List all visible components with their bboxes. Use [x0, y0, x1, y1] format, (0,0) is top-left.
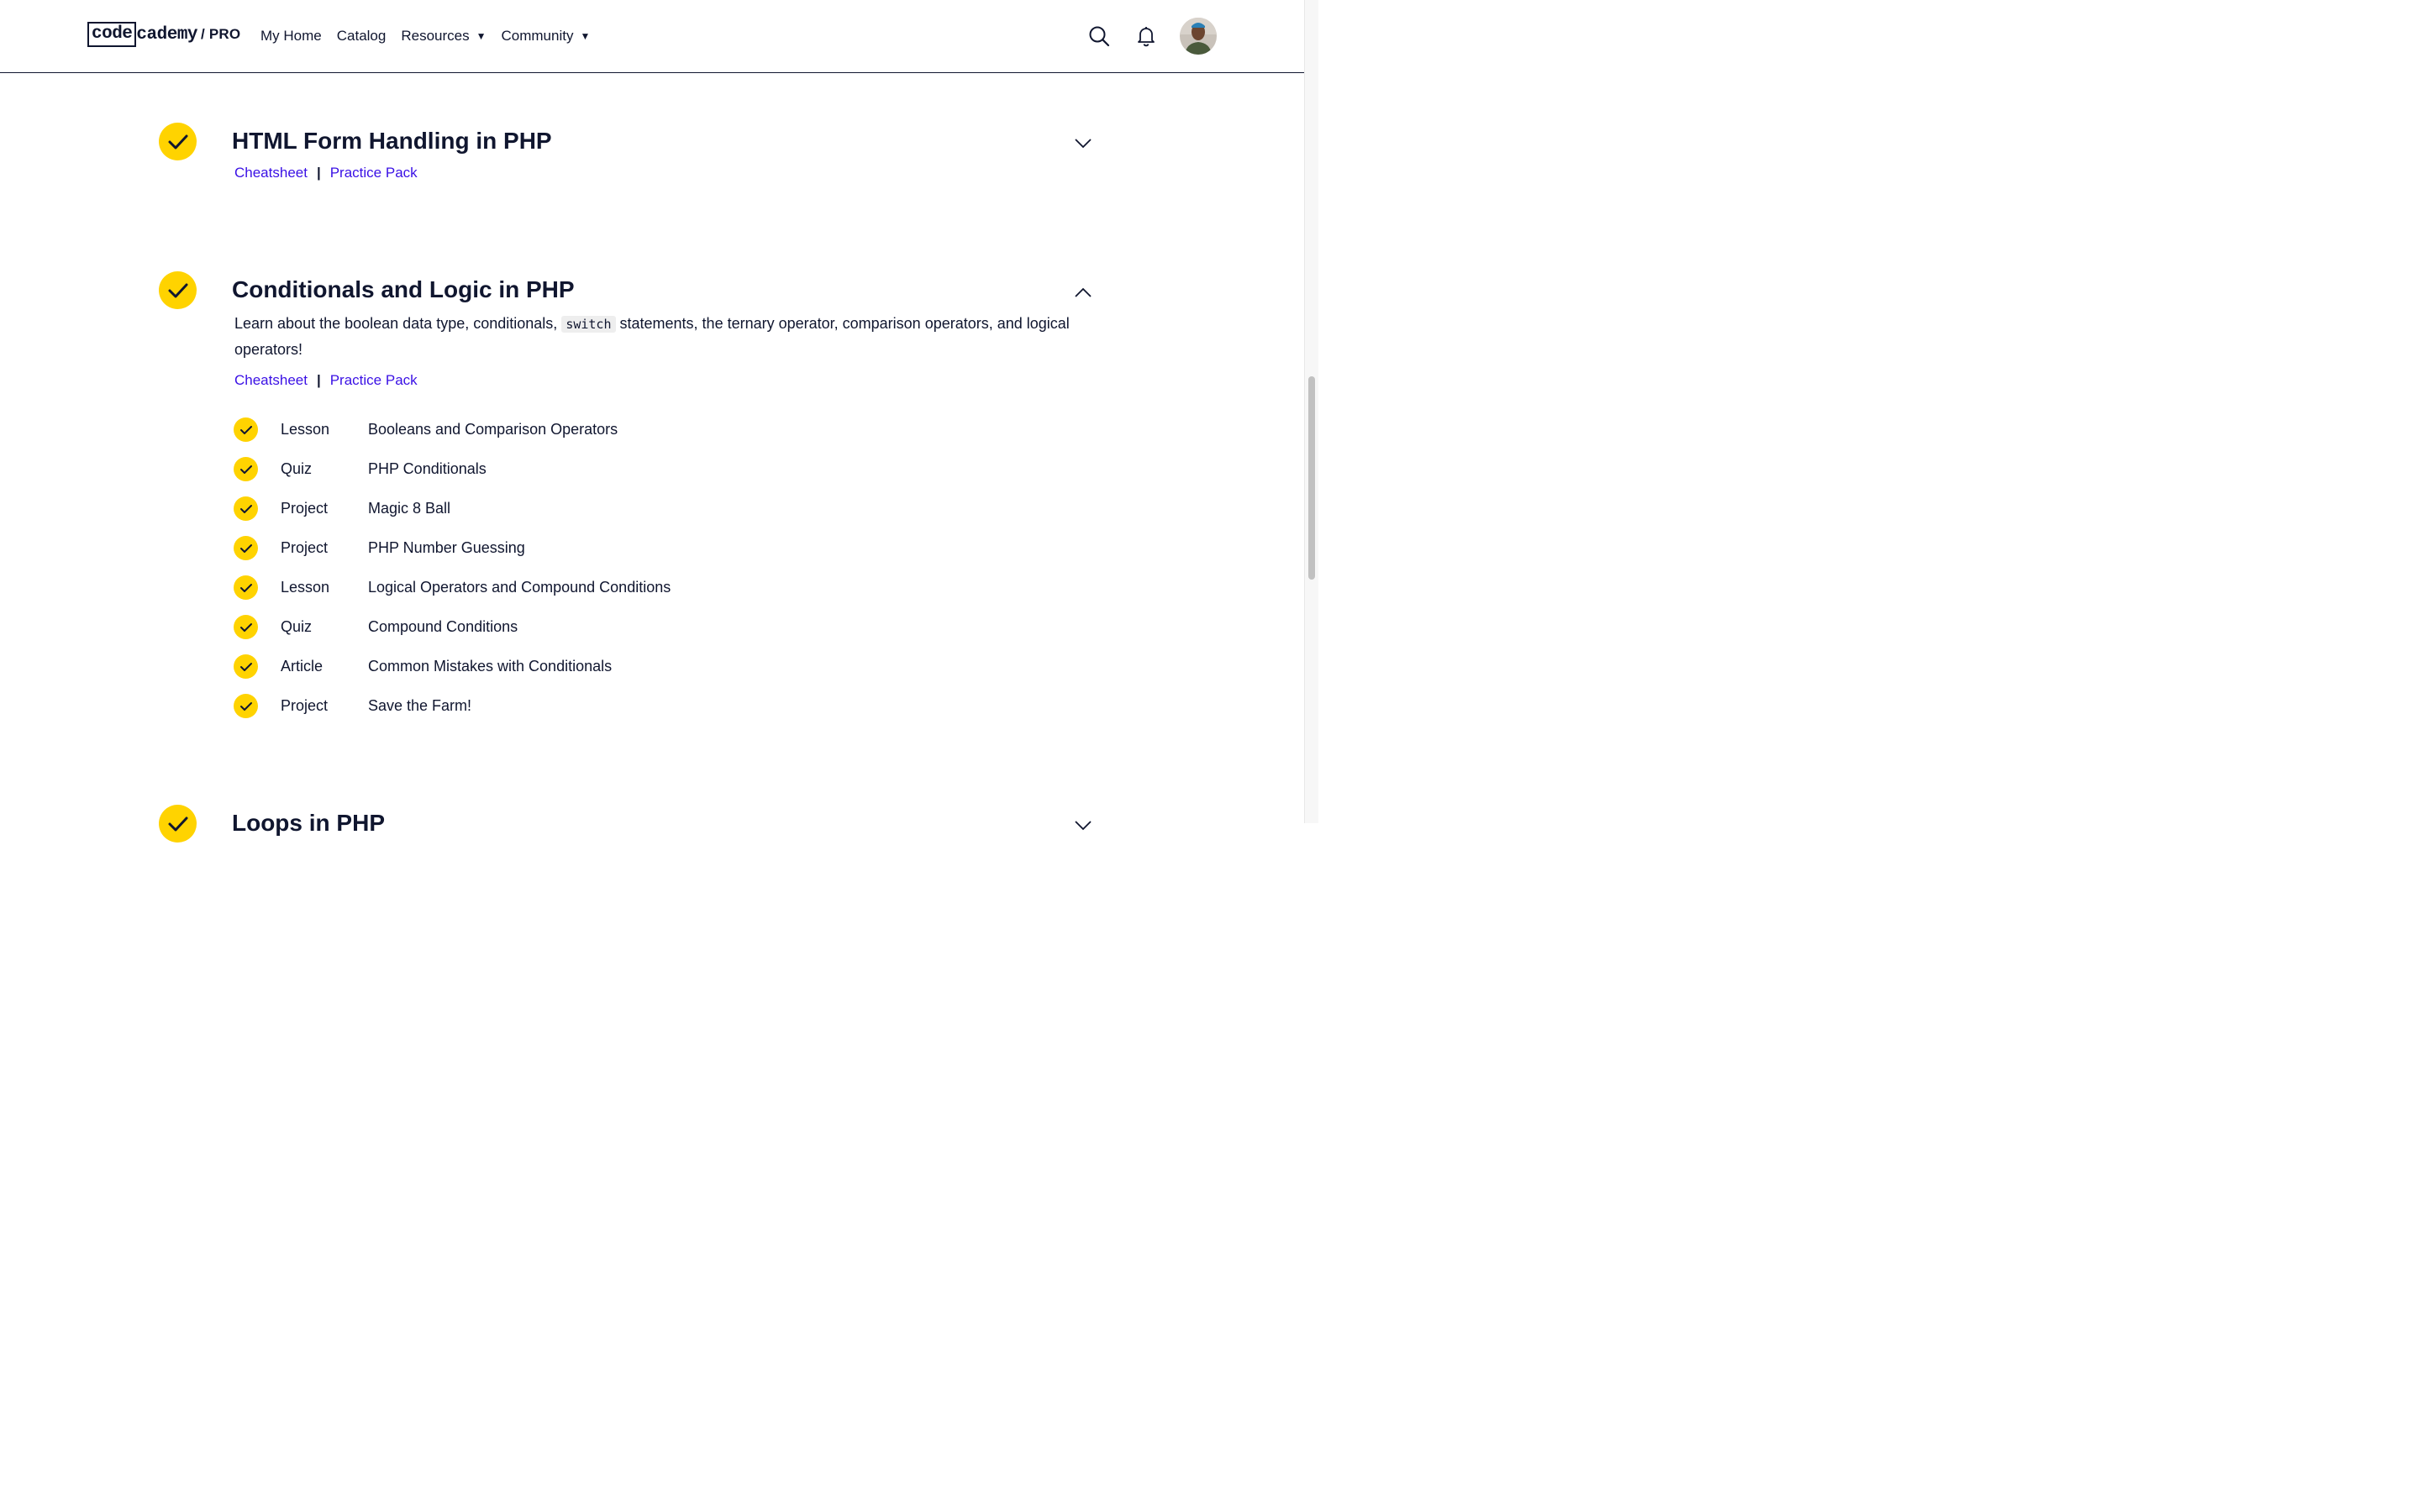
item-name[interactable]: Logical Operators and Compound Condition…	[368, 579, 671, 596]
completed-check-icon	[159, 123, 197, 160]
logo-pro-text: / PRO	[201, 26, 241, 42]
nav-community[interactable]: Community ▼	[502, 25, 591, 47]
list-item[interactable]: Lesson Booleans and Comparison Operators	[234, 410, 618, 449]
description-text: Learn about the boolean data type, condi…	[234, 315, 558, 332]
list-item[interactable]: Article Common Mistakes with Conditional…	[234, 647, 612, 686]
caret-down-icon: ▼	[476, 30, 487, 42]
logo-code-box: code	[87, 22, 137, 47]
item-name[interactable]: PHP Conditionals	[368, 460, 487, 478]
avatar-image	[1180, 18, 1217, 55]
item-type: Article	[281, 658, 324, 675]
module-title[interactable]: Conditionals and Logic in PHP	[232, 275, 575, 305]
item-type: Project	[281, 500, 329, 517]
item-name[interactable]: Compound Conditions	[368, 618, 518, 636]
practice-pack-link[interactable]: Practice Pack	[330, 163, 418, 183]
completed-check-icon	[234, 615, 258, 639]
item-name[interactable]: Common Mistakes with Conditionals	[368, 658, 612, 675]
list-item[interactable]: Project Magic 8 Ball	[234, 489, 450, 528]
nav-catalog-label: Catalog	[336, 28, 387, 44]
codecademy-pro-logo[interactable]: code cademy / PRO	[87, 22, 240, 47]
cheatsheet-link[interactable]: Cheatsheet	[234, 163, 308, 183]
item-type: Quiz	[281, 618, 313, 635]
search-icon[interactable]	[1088, 25, 1110, 47]
completed-check-icon	[234, 654, 258, 679]
avatar[interactable]	[1180, 18, 1217, 55]
cheatsheet-link[interactable]: Cheatsheet	[234, 370, 308, 391]
item-name[interactable]: PHP Number Guessing	[368, 539, 525, 557]
item-type: Lesson	[281, 579, 330, 596]
list-item[interactable]: Lesson Logical Operators and Compound Co…	[234, 568, 671, 607]
item-type: Project	[281, 697, 329, 714]
completed-check-icon	[234, 457, 258, 481]
chevron-up-icon[interactable]	[1074, 286, 1092, 298]
item-name[interactable]: Save the Farm!	[368, 697, 471, 715]
list-item[interactable]: Project PHP Number Guessing	[234, 528, 525, 568]
module-links: Cheatsheet | Practice Pack	[234, 163, 418, 183]
module-links: Cheatsheet | Practice Pack	[234, 370, 418, 391]
nav-resources[interactable]: Resources ▼	[401, 25, 486, 47]
list-item[interactable]: Quiz Compound Conditions	[234, 607, 518, 647]
module-title[interactable]: Loops in PHP	[232, 808, 385, 838]
completed-check-icon	[234, 694, 258, 718]
module-title[interactable]: HTML Form Handling in PHP	[232, 126, 552, 156]
list-item[interactable]: Quiz PHP Conditionals	[234, 449, 487, 489]
link-separator: |	[316, 372, 321, 388]
scrollbar-thumb[interactable]	[1308, 376, 1315, 580]
chevron-down-icon[interactable]	[1074, 820, 1092, 832]
module-item-list: Lesson Booleans and Comparison Operators…	[234, 410, 671, 726]
caret-down-icon: ▼	[580, 30, 591, 42]
top-nav-bar: code cademy / PRO My Home Catalog Resour…	[0, 0, 1304, 73]
logo-cademy-text: cademy	[136, 24, 198, 45]
completed-check-icon	[159, 805, 197, 843]
chevron-down-icon[interactable]	[1074, 138, 1092, 150]
description-code: switch	[561, 316, 616, 333]
nav-my-home[interactable]: My Home	[260, 25, 322, 47]
bell-icon[interactable]	[1135, 25, 1157, 47]
item-name[interactable]: Magic 8 Ball	[368, 500, 450, 517]
module-description: Learn about the boolean data type, condi…	[234, 311, 1075, 362]
completed-check-icon	[234, 575, 258, 600]
link-separator: |	[316, 165, 321, 181]
item-name[interactable]: Booleans and Comparison Operators	[368, 421, 618, 438]
item-type: Lesson	[281, 421, 330, 438]
item-type: Project	[281, 539, 329, 556]
list-item[interactable]: Project Save the Farm!	[234, 686, 471, 726]
completed-check-icon	[159, 271, 197, 309]
main-nav: My Home Catalog Resources ▼ Community ▼	[260, 25, 590, 47]
completed-check-icon	[234, 496, 258, 521]
nav-my-home-label: My Home	[260, 28, 322, 44]
scrollbar-track[interactable]	[1304, 0, 1318, 823]
completed-check-icon	[234, 417, 258, 442]
nav-resources-label: Resources	[401, 28, 470, 44]
item-type: Quiz	[281, 460, 313, 477]
practice-pack-link[interactable]: Practice Pack	[330, 370, 418, 391]
completed-check-icon	[234, 536, 258, 560]
nav-community-label: Community	[501, 28, 574, 44]
nav-catalog[interactable]: Catalog	[337, 25, 387, 47]
